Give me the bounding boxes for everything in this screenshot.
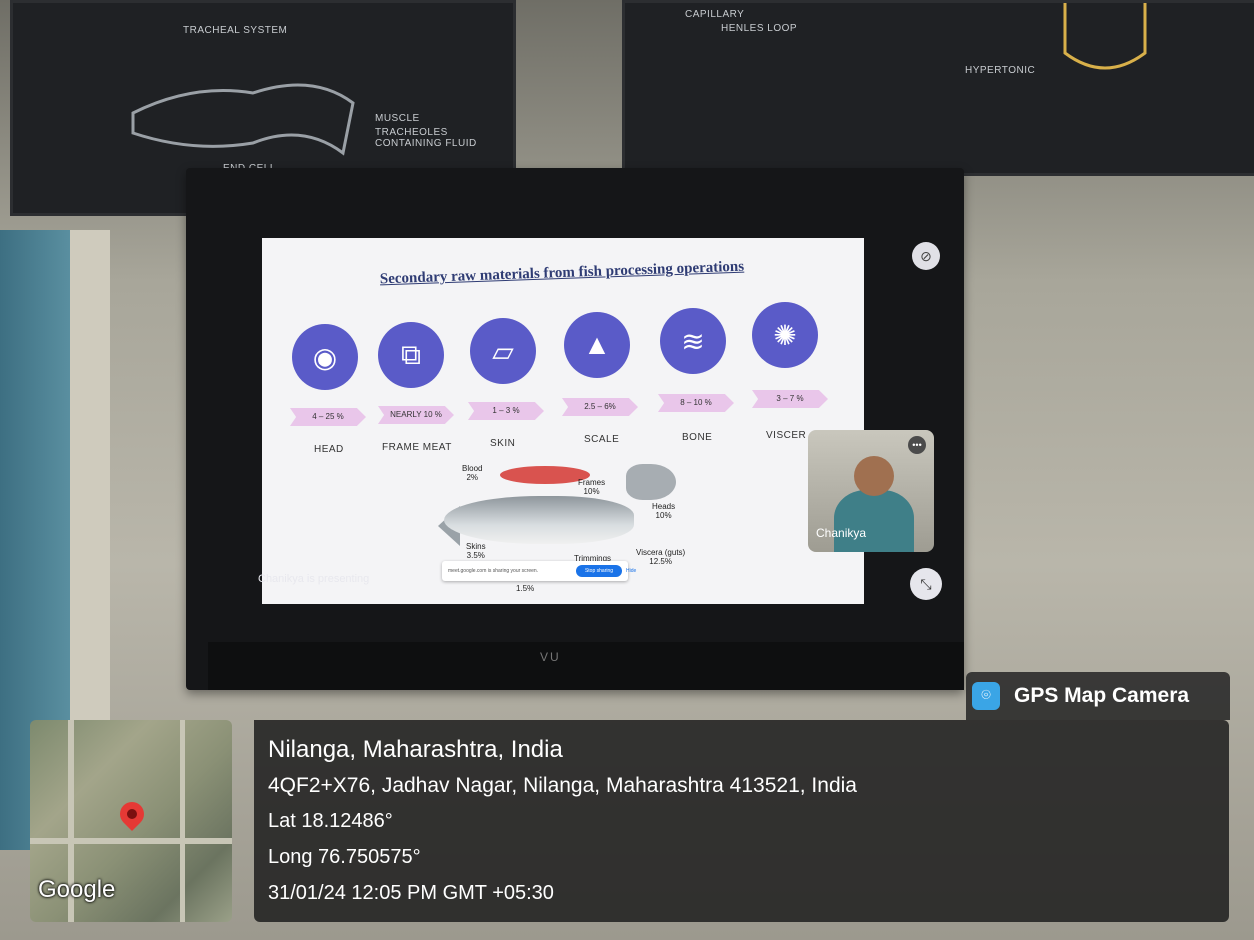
map-road [30, 838, 232, 844]
fish-scale-icon: ▲ [564, 312, 630, 378]
percent-badge: 4 – 25 % [290, 408, 366, 426]
screen-share-bar: meet.google.com is sharing your screen. … [442, 561, 636, 581]
category-label: SCALE [584, 434, 620, 445]
percent-badge: 1 – 3 % [468, 402, 544, 420]
poster-title: TRACHEAL SYSTEM [183, 25, 288, 36]
slide-title: Secondary raw materials from fish proces… [379, 258, 745, 288]
poster-label: MUSCLE [375, 113, 420, 124]
fish-head-icon: ◉ [292, 324, 358, 390]
poster-label: HYPERTONIC [965, 65, 1036, 76]
fish-label-skins: Skins 3.5% [466, 542, 486, 560]
tv-bezel [208, 642, 964, 690]
percent-badge: 8 – 10 % [658, 394, 734, 412]
longitude: Long 76.750575° [268, 846, 421, 868]
category-label: BONE [682, 432, 713, 443]
percent-badge: 2.5 – 6% [562, 398, 638, 416]
map-thumbnail: Google [30, 720, 232, 922]
map-road [180, 720, 185, 922]
participant-name: Chanikya [816, 526, 867, 540]
google-logo: Google [38, 876, 116, 903]
fish-head-illustration [626, 464, 676, 500]
salmon-illustration [444, 496, 634, 544]
percent-badge: 3 – 7 % [752, 390, 828, 408]
salmon-fillet-illustration [500, 466, 590, 484]
tv-brand-logo: VU [540, 650, 561, 664]
poster-label: CAPILLARY [685, 9, 745, 20]
fish-label-blood: Blood 2% [462, 464, 483, 482]
category-label: SKIN [490, 438, 516, 449]
stop-sharing-button[interactable]: Stop sharing [576, 565, 622, 577]
kidney-diagram [1063, 3, 1147, 70]
share-bar-text: meet.google.com is sharing your screen. [448, 568, 539, 574]
fish-bone-icon: ≋ [660, 308, 726, 374]
fish-label-heads: Heads 10% [652, 502, 676, 520]
trachea-diagram [131, 83, 355, 156]
participant-tile[interactable]: ••• Chanikya [808, 430, 934, 552]
participant-head [854, 456, 894, 496]
participant-body [834, 490, 914, 552]
category-label: FRAME MEAT [382, 442, 452, 453]
presentation-slide: Secondary raw materials from fish proces… [262, 238, 864, 604]
fish-label-frames: Frames 10% [578, 478, 606, 496]
collapse-icon[interactable]: ⤡ [910, 568, 942, 600]
fish-label-other: 1.5% [516, 584, 535, 593]
fish-frame-icon: ⧉ [378, 322, 444, 388]
percent-badge: NEARLY 10 % [378, 406, 454, 424]
viscera-icon: ✺ [752, 302, 818, 368]
location-address: 4QF2+X76, Jadhav Nagar, Nilanga, Maharas… [268, 774, 857, 797]
poster-label: TRACHEOLES CONTAINING FLUID [375, 127, 477, 149]
hide-button[interactable]: Hide [626, 568, 636, 574]
poster-label: HENLES LOOP [721, 23, 798, 34]
presenting-indicator: Chanikya is presenting [258, 573, 370, 585]
location-pin-dot [127, 809, 137, 819]
category-label: HEAD [314, 444, 344, 455]
location-title: Nilanga, Maharashtra, India [268, 736, 563, 763]
fish-skin-icon: ▱ [470, 318, 536, 384]
mic-off-icon[interactable]: ⊘ [912, 242, 940, 270]
more-options-icon[interactable]: ••• [908, 436, 926, 454]
latitude: Lat 18.12486° [268, 810, 393, 832]
fish-label-viscera: Viscera (guts) 12.5% [636, 548, 686, 566]
category-label: VISCER [766, 430, 807, 441]
gps-app-badge: ⌾ GPS Map Camera [966, 672, 1230, 720]
right-poster: CAPILLARY HENLES LOOP HYPERTONIC [622, 0, 1254, 176]
gps-app-name: GPS Map Camera [1014, 684, 1190, 707]
location-info-panel: Nilanga, Maharashtra, India 4QF2+X76, Ja… [254, 720, 1229, 922]
gps-map-camera-icon: ⌾ [972, 682, 1000, 710]
timestamp: 31/01/24 12:05 PM GMT +05:30 [268, 882, 554, 904]
